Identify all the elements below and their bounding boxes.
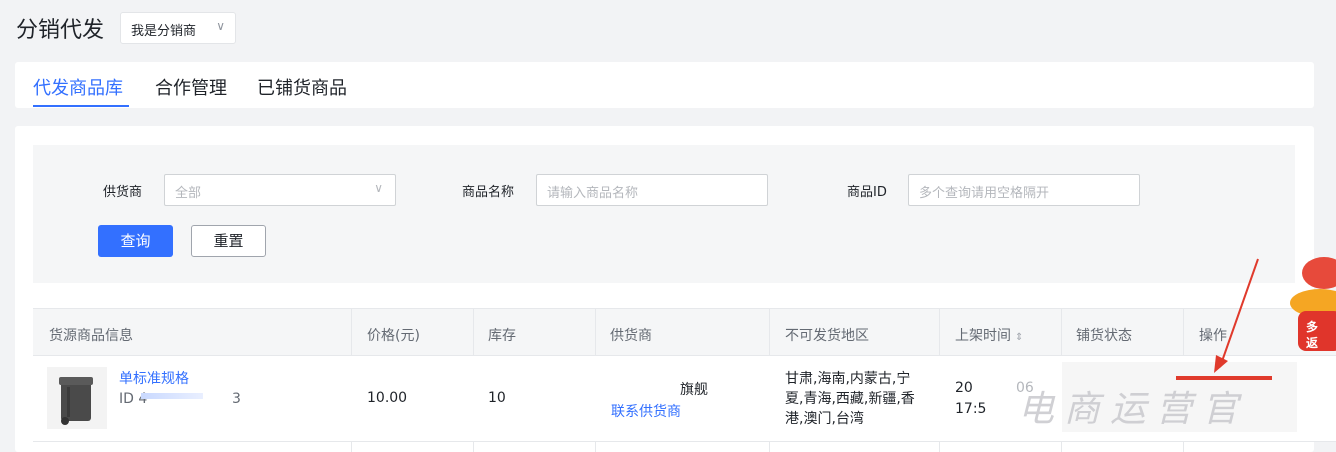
column-header-product-info: 货源商品信息 bbox=[49, 328, 133, 344]
product-id-label: 商品ID bbox=[847, 185, 887, 200]
chevron-down-icon: ∨ bbox=[216, 19, 225, 33]
restricted-regions-line: 甘肃,海南,内蒙古,宁 bbox=[785, 371, 911, 387]
page-header: 分销代发 我是分销商 ∨ bbox=[0, 0, 1336, 58]
price-value: 10.00 bbox=[367, 390, 408, 406]
role-select-value: 我是分销商 bbox=[131, 24, 197, 39]
reset-button[interactable]: 重置 bbox=[191, 225, 266, 257]
page-title: 分销代发 bbox=[16, 18, 105, 43]
svg-text:返: 返 bbox=[1306, 335, 1318, 350]
product-thumbnail bbox=[47, 367, 107, 429]
product-name-placeholder: 请输入商品名称 bbox=[547, 186, 639, 201]
restricted-regions: 甘肃,海南,内蒙古,宁 夏,青海,西藏,新疆,香 港,澳门,台湾 bbox=[785, 369, 915, 429]
column-header-restricted-regions: 不可发货地区 bbox=[785, 328, 869, 344]
product-name-link[interactable]: 单标准规格 bbox=[119, 368, 189, 388]
column-header-stock: 库存 bbox=[488, 328, 516, 344]
promo-badge-icon[interactable]: 多 返 bbox=[1284, 255, 1336, 355]
stock-value: 10 bbox=[488, 390, 506, 406]
svg-text:多: 多 bbox=[1306, 319, 1318, 334]
product-name-input[interactable]: 请输入商品名称 bbox=[536, 174, 768, 206]
role-select[interactable]: 我是分销商 ∨ bbox=[120, 12, 236, 44]
tab-bar: 代发商品库 合作管理 已铺货商品 bbox=[15, 62, 1314, 108]
tab-distribution-library[interactable]: 代发商品库 bbox=[33, 74, 123, 100]
contact-supplier-link[interactable]: 联系供货商 bbox=[611, 401, 681, 421]
redaction-mask bbox=[141, 393, 203, 399]
restricted-regions-line: 夏,青海,西藏,新疆,香 bbox=[785, 391, 915, 407]
tab-listed-products[interactable]: 已铺货商品 bbox=[257, 74, 347, 100]
query-button[interactable]: 查询 bbox=[98, 225, 173, 257]
filter-panel bbox=[33, 145, 1295, 283]
chevron-down-icon: ∨ bbox=[374, 181, 383, 195]
tab-cooperation-management[interactable]: 合作管理 bbox=[155, 74, 227, 100]
product-id-input[interactable]: 多个查询请用空格隔开 bbox=[908, 174, 1140, 206]
watermark: 电商运营官 bbox=[1018, 389, 1249, 430]
table-header: 货源商品信息 价格(元) 库存 供货商 不可发货地区 上架时间 ⇕ 铺货状态 操作 bbox=[33, 308, 1336, 356]
supplier-select[interactable]: 全部 ∨ bbox=[164, 174, 396, 206]
listed-time-label: 上架时间 bbox=[955, 328, 1011, 344]
sort-icon[interactable]: ⇕ bbox=[1015, 332, 1023, 343]
column-header-price: 价格(元) bbox=[367, 328, 420, 344]
column-header-listed-time[interactable]: 上架时间 ⇕ bbox=[955, 325, 1023, 345]
product-name-label: 商品名称 bbox=[462, 185, 515, 200]
active-tab-indicator bbox=[33, 105, 129, 107]
supplier-select-value: 全部 bbox=[175, 186, 202, 201]
listed-time-clock: 17:5 bbox=[955, 401, 987, 417]
listed-time-date: 20 bbox=[955, 380, 973, 396]
column-header-listing-status: 铺货状态 bbox=[1076, 328, 1132, 344]
restricted-regions-line: 港,澳门,台湾 bbox=[785, 411, 864, 427]
annotation-arrow-icon bbox=[1214, 258, 1259, 373]
trash-bin-image bbox=[59, 377, 93, 425]
column-header-supplier: 供货商 bbox=[610, 328, 652, 344]
supplier-filter-label: 供货商 bbox=[103, 185, 143, 200]
product-id-placeholder: 多个查询请用空格隔开 bbox=[919, 186, 1050, 201]
product-id-suffix: 3 bbox=[232, 391, 241, 407]
supplier-name: 旗舰 bbox=[680, 382, 708, 398]
